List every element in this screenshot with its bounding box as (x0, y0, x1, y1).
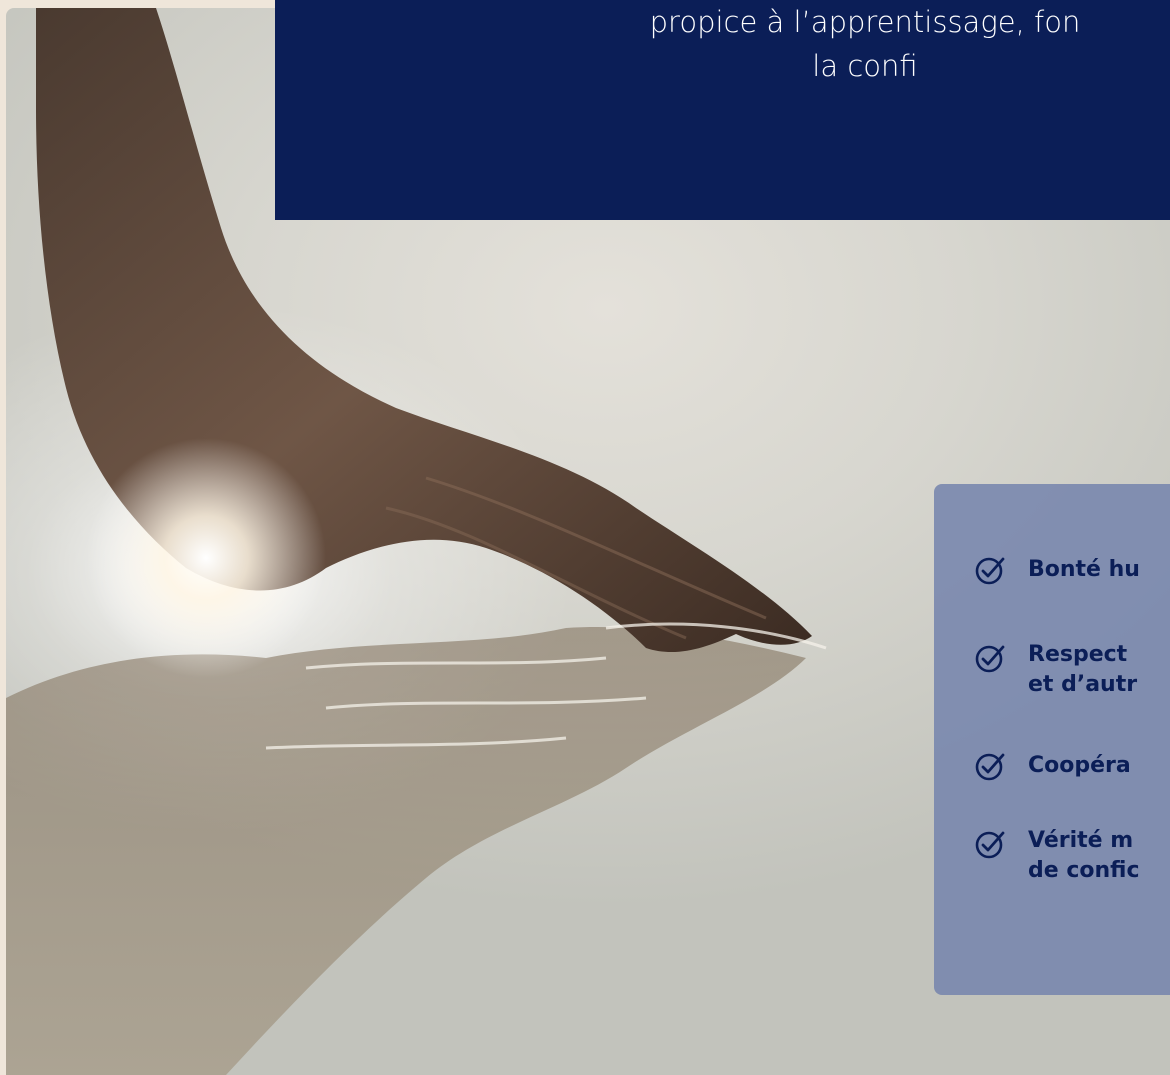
check-circle-icon (975, 831, 1005, 859)
value-label: Respect et d’autr (1028, 642, 1138, 697)
check-circle-icon (975, 753, 1005, 781)
value-label: Bonté hu (1028, 557, 1140, 582)
check-circle-icon (975, 557, 1005, 585)
water-reflection-shape (6, 627, 806, 1075)
sun-glare (86, 438, 326, 678)
check-circle-icon (975, 645, 1005, 673)
quote-text: formation, créant un environne propice à… (649, 5, 1081, 83)
quote-panel: formation, créant un environne propice à… (275, 0, 1170, 220)
values-panel: Bonté hu Respect et d’autr Coopéra Vérit… (934, 484, 1170, 995)
value-label: Coopéra (1028, 753, 1131, 778)
value-label: Vérité m de confic (1028, 828, 1140, 883)
